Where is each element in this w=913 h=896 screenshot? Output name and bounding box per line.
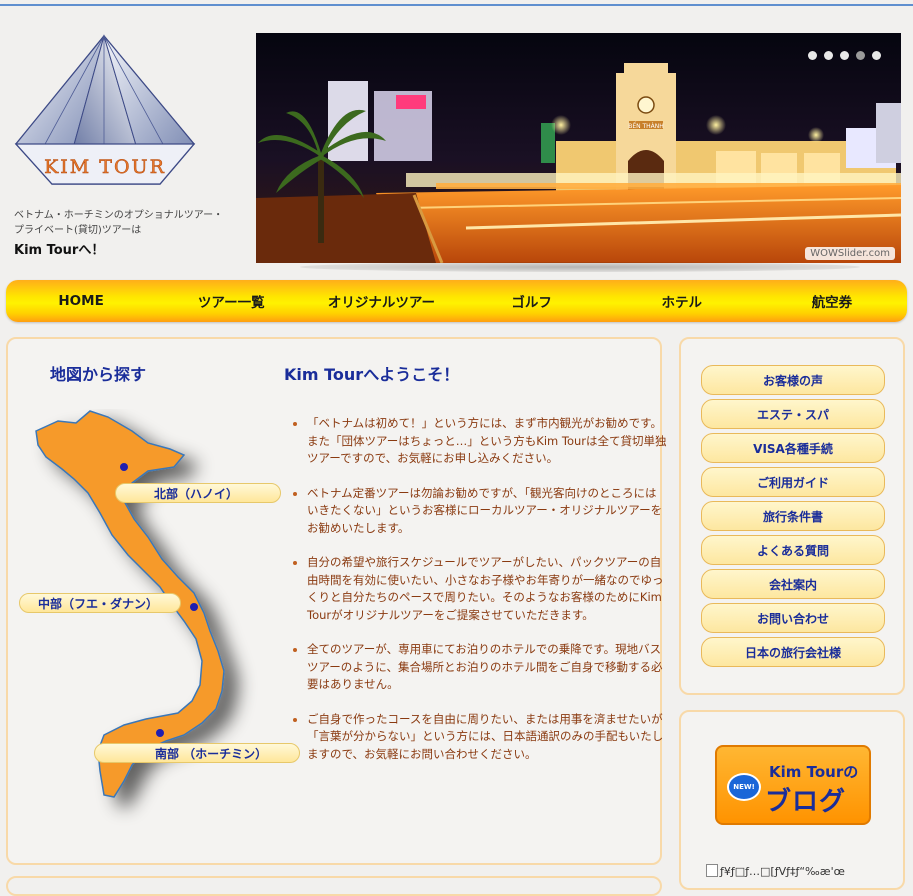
tagline-line-1: ベトナム・ホーチミンのオプショナルツアー・ — [14, 210, 224, 221]
side-agency-button[interactable]: 日本の旅行会社様 — [701, 637, 885, 667]
hero-photo: BẾN THÀNH — [256, 33, 901, 263]
tagline-brand: Kim Tourへ！ — [14, 243, 105, 258]
region-north-button[interactable]: 北部（ハノイ） — [115, 483, 281, 503]
welcome-point: 「ベトナムは初めて！」という方には、まず市内観光がお勧めです。また「団体ツアーは… — [307, 415, 667, 468]
region-central-button[interactable]: 中部（フエ・ダナン） — [19, 593, 181, 613]
welcome-point: 自分の希望や旅行スケジュールでツアーがしたい、パックツアーの自由時間を有効に使い… — [307, 554, 667, 624]
tagline: ベトナム・ホーチミンのオプショナルツアー・ プライベート(貸切)ツアーは — [14, 208, 244, 238]
side-contact-button[interactable]: お問い合わせ — [701, 603, 885, 633]
region-south-button[interactable]: 南部 （ホーチミン） — [94, 743, 300, 763]
side-spa-button[interactable]: エステ・スパ — [701, 399, 885, 429]
tagline-line-2: プライベート(貸切)ツアーは — [14, 225, 142, 236]
broken-image-alt: ƒ¥ƒ□ƒ…□[ƒVƒ‡ƒ“‰æ'œ — [720, 865, 845, 878]
logo-text: KIM TOUR — [44, 156, 166, 178]
nav-golf[interactable]: ゴルフ — [457, 291, 607, 311]
side-terms-button[interactable]: 旅行条件書 — [701, 501, 885, 531]
side-voice-button[interactable]: お客様の声 — [701, 365, 885, 395]
welcome-point: ベトナム定番ツアーは勿論お勧めですが、「観光客向けのところにはいきたくない」とい… — [307, 485, 667, 538]
map-section-title: 地図から探す — [50, 365, 147, 384]
welcome-point: 全てのツアーが、専用車にてお泊りのホテルでの乗降です。現地バスツアーのように、集… — [307, 641, 667, 694]
side-faq-button[interactable]: よくある質問 — [701, 535, 885, 565]
blog-title-line2: ブログ — [765, 787, 847, 817]
hanoi-marker[interactable] — [120, 463, 128, 471]
market-sign: BẾN THÀNH — [628, 122, 664, 130]
nav-original-tour[interactable]: オリジナルツアー — [306, 291, 456, 311]
main-nav: HOME ツアー一覧 オリジナルツアー ゴルフ ホテル 航空券 — [6, 280, 907, 322]
slider-dot[interactable] — [824, 51, 833, 60]
wowslider-watermark[interactable]: WOWSlider.com — [805, 247, 895, 260]
welcome-points: 「ベトナムは初めて！」という方には、まず市内観光がお勧めです。また「団体ツアーは… — [289, 415, 667, 780]
nav-tour-list[interactable]: ツアー一覧 — [156, 291, 306, 311]
side-menu: お客様の声 エステ・スパ VISA各種手続 ご利用ガイド 旅行条件書 よくある質… — [679, 337, 905, 695]
slider-dot[interactable] — [808, 51, 817, 60]
vietnam-map — [28, 409, 308, 849]
slider-dot[interactable] — [872, 51, 881, 60]
side-company-button[interactable]: 会社案内 — [701, 569, 885, 599]
nav-air-ticket[interactable]: 航空券 — [757, 291, 907, 311]
slider-shadow — [300, 262, 860, 272]
main-content-panel: 地図から探す Kim Tourへようこそ！ 北部（ハノイ） 中部（フエ・ダナン）… — [6, 337, 667, 865]
nav-hotel[interactable]: ホテル — [607, 291, 757, 311]
broken-image-icon — [706, 864, 718, 877]
hochiminh-marker[interactable] — [156, 729, 164, 737]
blog-title-line1: Kim Tourの — [769, 763, 859, 781]
slider-dot[interactable] — [840, 51, 849, 60]
blog-banner-button[interactable]: NEW! Kim Tourの ブログ — [715, 745, 871, 825]
nav-home[interactable]: HOME — [6, 293, 156, 309]
side-guide-button[interactable]: ご利用ガイド — [701, 467, 885, 497]
lower-panel-edge — [6, 876, 662, 896]
danang-marker[interactable] — [190, 603, 198, 611]
hero-slider[interactable]: BẾN THÀNH WOWSlider.com — [256, 33, 901, 263]
top-border-line — [0, 4, 913, 6]
new-badge: NEW! — [727, 773, 761, 801]
blog-panel: NEW! Kim Tourの ブログ ƒ¥ƒ□ƒ…□[ƒVƒ‡ƒ“‰æ'œ — [679, 710, 905, 890]
slider-dot-active[interactable] — [856, 51, 865, 60]
welcome-point: ご自身で作ったコースを自由に周りたい、または用事を済ませたいが「言葉が分からない… — [307, 711, 667, 764]
kim-tour-logo[interactable]: KIM TOUR — [12, 34, 198, 192]
welcome-title: Kim Tourへようこそ！ — [284, 365, 460, 384]
side-visa-button[interactable]: VISA各種手続 — [701, 433, 885, 463]
slider-dots — [808, 51, 881, 60]
broken-image[interactable]: ƒ¥ƒ□ƒ…□[ƒVƒ‡ƒ“‰æ'œ — [706, 864, 845, 878]
